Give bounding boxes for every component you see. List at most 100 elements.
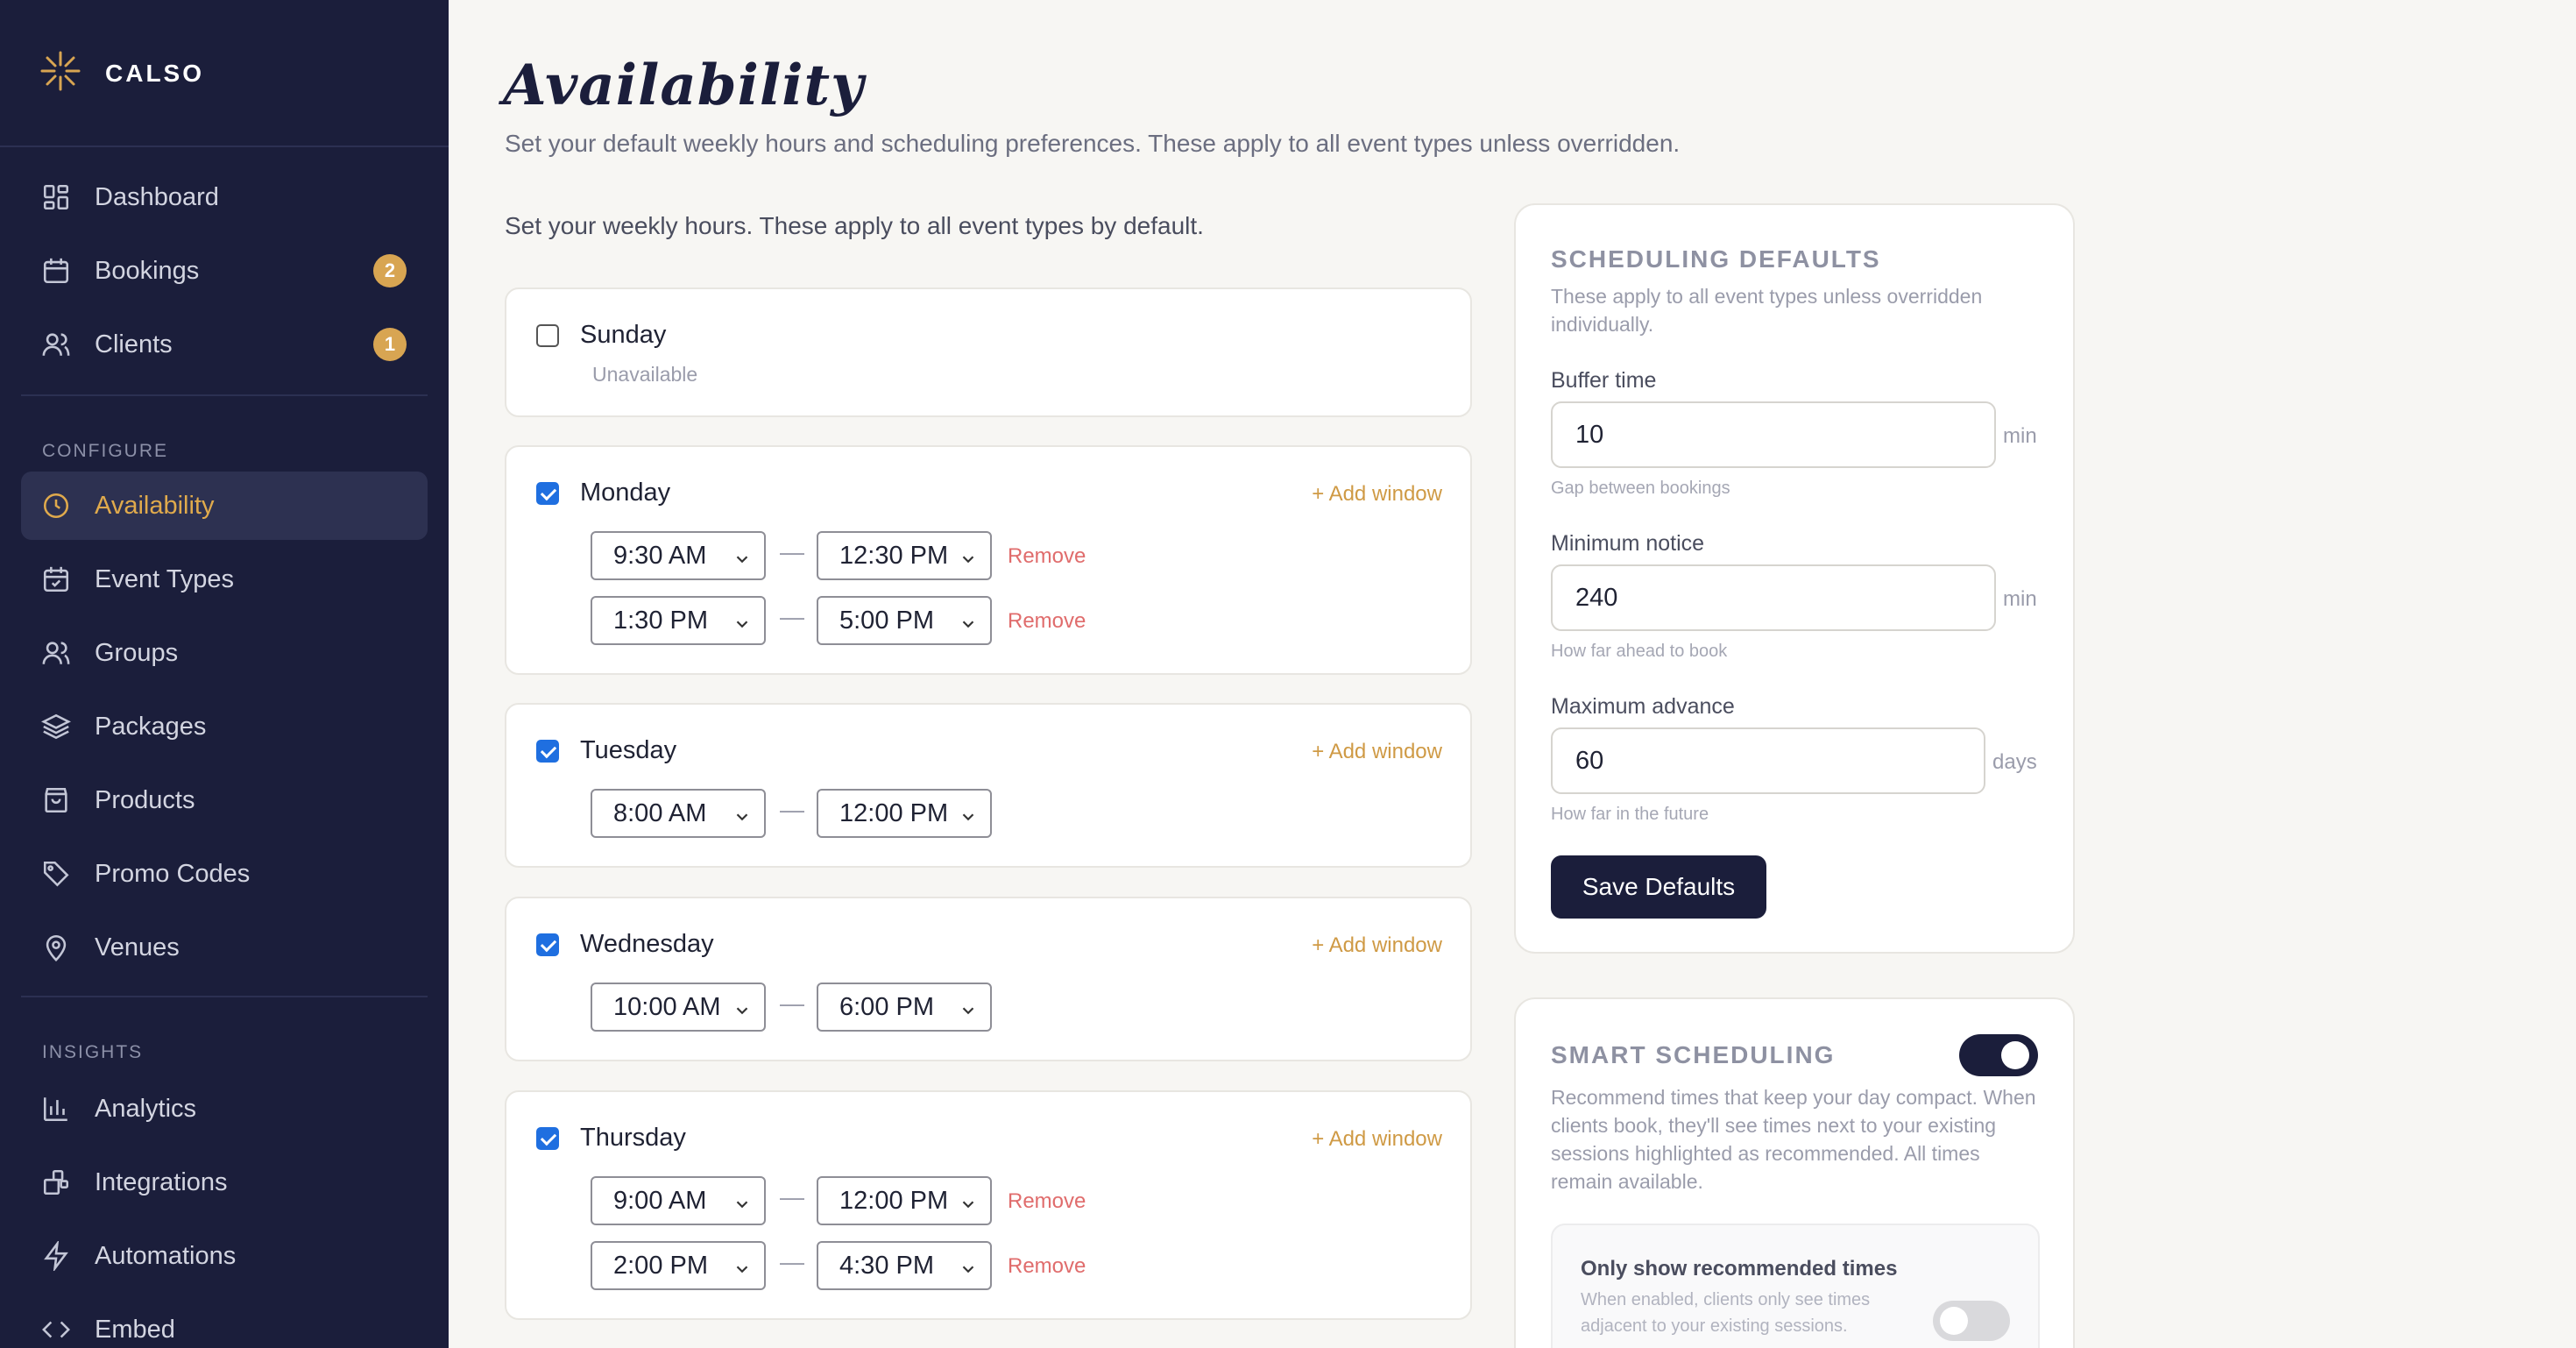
- toggle-knob: [1940, 1307, 1968, 1335]
- day-card-tuesday: Tuesday + Add window 8:00 AM — 12:00 PM: [505, 703, 1472, 868]
- end-time-select[interactable]: 12:00 PM: [817, 1176, 992, 1225]
- day-enable-checkbox[interactable]: [536, 933, 559, 956]
- panel-description: Recommend times that keep your day compa…: [1551, 1086, 2036, 1193]
- clock-icon: [40, 490, 72, 521]
- day-status: Unavailable: [592, 363, 698, 386]
- start-time-select[interactable]: 8:00 AM: [591, 789, 766, 838]
- sidebar-item-label: Event Types: [95, 564, 235, 593]
- chevron-down-icon: [732, 1192, 752, 1221]
- buffer-time-input[interactable]: 10: [1551, 401, 1996, 468]
- maximum-advance-unit: days: [1992, 750, 2037, 774]
- select-value: 4:30 PM: [839, 1251, 934, 1280]
- sidebar-item-label: Integrations: [95, 1167, 228, 1196]
- add-window-link[interactable]: + Add window: [1312, 933, 1442, 958]
- remove-window-link[interactable]: Remove: [1008, 1189, 1086, 1214]
- day-name: Tuesday: [580, 736, 677, 764]
- add-window-link[interactable]: + Add window: [1312, 1127, 1442, 1152]
- day-name: Wednesday: [580, 930, 714, 958]
- only-recommended-title: Only show recommended times: [1581, 1257, 1898, 1281]
- add-window-link[interactable]: + Add window: [1312, 482, 1442, 507]
- only-recommended-description: When enabled, clients only see times adj…: [1581, 1290, 1871, 1336]
- sidebar-item-label: Groups: [95, 638, 179, 667]
- brand-name: CALSO: [105, 59, 204, 87]
- select-value: 9:30 AM: [613, 541, 707, 570]
- sidebar-item-analytics[interactable]: Analytics: [21, 1075, 428, 1143]
- chevron-down-icon: [732, 805, 752, 834]
- map-pin-icon: [40, 932, 72, 963]
- time-range-dash: —: [780, 538, 804, 565]
- brand[interactable]: CALSO: [40, 51, 204, 96]
- start-time-select[interactable]: 10:00 AM: [591, 983, 766, 1032]
- day-enable-checkbox[interactable]: [536, 324, 559, 347]
- end-time-select[interactable]: 6:00 PM: [817, 983, 992, 1032]
- sidebar-item-groups[interactable]: Groups: [21, 619, 428, 687]
- start-time-select[interactable]: 2:00 PM: [591, 1241, 766, 1290]
- buffer-time-unit: min: [2003, 424, 2037, 448]
- end-time-select[interactable]: 5:00 PM: [817, 596, 992, 645]
- chevron-down-icon: [732, 612, 752, 641]
- sidebar-item-dashboard[interactable]: Dashboard: [21, 163, 428, 231]
- sidebar-divider: [0, 145, 449, 147]
- sidebar-item-label: Venues: [95, 933, 180, 961]
- sidebar-item-products[interactable]: Products: [21, 766, 428, 834]
- day-name: Thursday: [580, 1124, 686, 1152]
- count-badge: 1: [373, 328, 407, 361]
- sidebar-item-label: Packages: [95, 712, 207, 741]
- day-card-monday: Monday + Add window 9:30 AM — 12:30 PM R…: [505, 445, 1472, 675]
- sidebar-item-embed[interactable]: Embed: [21, 1295, 428, 1348]
- input-value: 60: [1575, 746, 1604, 775]
- remove-window-link[interactable]: Remove: [1008, 1254, 1086, 1279]
- sidebar-item-promo-codes[interactable]: Promo Codes: [21, 840, 428, 908]
- sidebar: CALSO Dashboard Bookings 2 Clients 1 CON…: [0, 0, 449, 1348]
- day-enable-checkbox[interactable]: [536, 1127, 559, 1150]
- select-value: 12:00 PM: [839, 1186, 949, 1215]
- sidebar-item-integrations[interactable]: Integrations: [21, 1148, 428, 1217]
- add-window-link[interactable]: + Add window: [1312, 740, 1442, 764]
- chevron-down-icon: [959, 805, 978, 834]
- day-enable-checkbox[interactable]: [536, 482, 559, 505]
- sidebar-item-venues[interactable]: Venues: [21, 913, 428, 982]
- chevron-down-icon: [959, 612, 978, 641]
- maximum-advance-input[interactable]: 60: [1551, 727, 1985, 794]
- sidebar-section-configure: CONFIGURE: [42, 441, 168, 461]
- start-time-select[interactable]: 9:00 AM: [591, 1176, 766, 1225]
- tag-icon: [40, 858, 72, 890]
- day-enable-checkbox[interactable]: [536, 740, 559, 763]
- end-time-select[interactable]: 12:00 PM: [817, 789, 992, 838]
- zap-icon: [40, 1240, 72, 1272]
- sidebar-item-packages[interactable]: Packages: [21, 692, 428, 761]
- select-value: 8:00 AM: [613, 798, 707, 827]
- weekly-hours-intro: Set your weekly hours. These apply to al…: [505, 212, 1204, 239]
- sidebar-divider: [21, 394, 428, 396]
- only-recommended-card: Only show recommended times When enabled…: [1551, 1224, 2040, 1348]
- sidebar-item-label: Dashboard: [95, 182, 219, 211]
- chevron-down-icon: [959, 1257, 978, 1286]
- remove-window-link[interactable]: Remove: [1008, 609, 1086, 634]
- chevron-down-icon: [732, 998, 752, 1027]
- sidebar-item-clients[interactable]: Clients 1: [21, 310, 428, 379]
- code-icon: [40, 1314, 72, 1345]
- chevron-down-icon: [959, 547, 978, 576]
- select-value: 12:00 PM: [839, 798, 949, 827]
- time-range-dash: —: [780, 990, 804, 1017]
- sidebar-item-automations[interactable]: Automations: [21, 1222, 428, 1290]
- sidebar-item-label: Products: [95, 785, 195, 814]
- minimum-notice-input[interactable]: 240: [1551, 564, 1996, 631]
- end-time-select[interactable]: 4:30 PM: [817, 1241, 992, 1290]
- sidebar-item-event-types[interactable]: Event Types: [21, 545, 428, 614]
- remove-window-link[interactable]: Remove: [1008, 544, 1086, 569]
- time-range-dash: —: [780, 1248, 804, 1275]
- smart-scheduling-toggle[interactable]: [1959, 1034, 2038, 1076]
- save-defaults-button[interactable]: Save Defaults: [1551, 855, 1766, 919]
- sidebar-item-availability[interactable]: Availability: [21, 472, 428, 540]
- sun-logo-icon: [40, 51, 81, 96]
- sidebar-item-bookings[interactable]: Bookings 2: [21, 237, 428, 305]
- day-card-sunday: Sunday Unavailable: [505, 287, 1472, 417]
- sidebar-item-label: Embed: [95, 1315, 175, 1344]
- only-recommended-toggle[interactable]: [1933, 1301, 2010, 1341]
- end-time-select[interactable]: 12:30 PM: [817, 531, 992, 580]
- sidebar-item-label: Clients: [95, 330, 173, 358]
- start-time-select[interactable]: 9:30 AM: [591, 531, 766, 580]
- minimum-notice-unit: min: [2003, 587, 2037, 611]
- start-time-select[interactable]: 1:30 PM: [591, 596, 766, 645]
